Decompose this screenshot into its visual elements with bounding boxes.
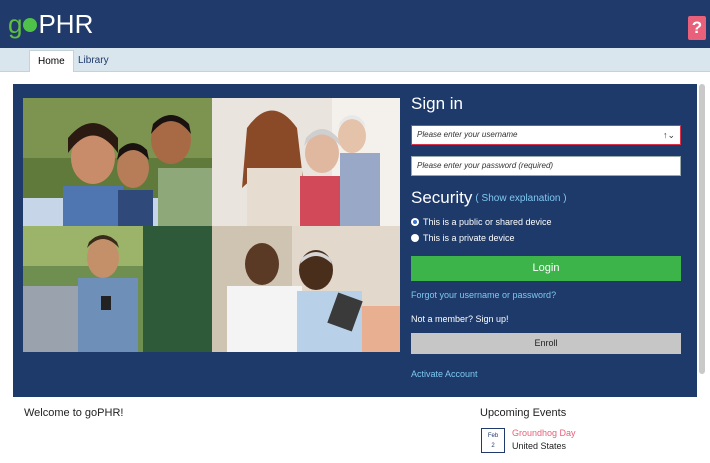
family-photo [23,98,220,226]
public-device-option[interactable]: This is a public or shared device [411,216,552,228]
signin-title: Sign in [411,94,463,113]
tab-bar: Home Library [0,48,710,72]
public-device-label: This is a public or shared device [423,217,552,227]
radio-unchecked-icon[interactable] [411,234,419,242]
upcoming-events-title: Upcoming Events [480,407,567,419]
top-bar: g PHR ? [0,0,710,48]
password-placeholder: Please enter your password (required) [417,161,554,170]
event-location: United States [512,441,567,451]
help-button[interactable]: ? [688,16,706,40]
tab-home[interactable]: Home [29,50,74,72]
event-day: 2 [491,443,495,449]
password-input[interactable]: Please enter your password (required) [411,156,681,176]
tab-library[interactable]: Library [70,50,117,72]
security-heading: Security( Show explanation ) [411,188,567,208]
logo-suffix: PHR [38,9,94,39]
radio-checked-icon[interactable] [411,218,419,226]
man-with-phone-photo [23,226,212,352]
forgot-credentials-link[interactable]: Forgot your username or password? [411,290,556,300]
show-explanation-link[interactable]: ( Show explanation ) [475,193,566,204]
grandmother-photo [212,98,400,226]
login-button[interactable]: Login [411,256,681,281]
security-title: Security [411,188,473,207]
welcome-text: Welcome to goPHR! [24,407,124,419]
scrollbar[interactable] [699,84,705,374]
main-panel: Sign in Please enter your username ↑⌄ Pl… [13,84,697,397]
username-input[interactable]: Please enter your username ↑⌄ [411,125,681,145]
men-with-tablet-photo [212,226,400,352]
activate-account-link[interactable]: Activate Account [411,369,478,379]
gophr-logo[interactable]: g PHR [8,10,93,38]
event-month: Feb [487,433,499,439]
private-device-label: This is a private device [423,233,515,243]
logo-dot-icon [23,18,38,32]
username-placeholder: Please enter your username [417,130,518,139]
logo-prefix: g [8,9,23,39]
event-name-link[interactable]: Groundhog Day [512,428,576,438]
username-dropdown-icon[interactable]: ↑⌄ [663,126,675,144]
calendar-icon: Feb 2 [481,428,505,453]
enroll-button[interactable]: Enroll [411,333,681,354]
not-member-text: Not a member? Sign up! [411,314,509,324]
private-device-option[interactable]: This is a private device [411,232,515,244]
